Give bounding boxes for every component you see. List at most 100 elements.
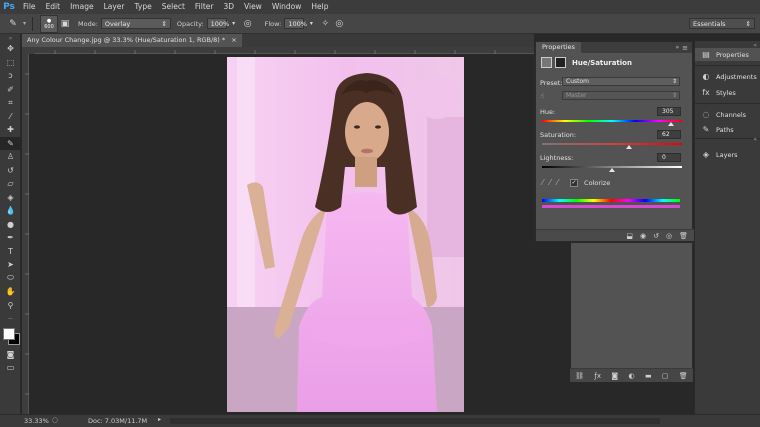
saturation-slider[interactable] (542, 143, 682, 145)
menu-view[interactable]: View (239, 0, 267, 14)
close-icon[interactable]: × (231, 36, 236, 44)
channel-select[interactable]: Master ⇕ (562, 91, 680, 100)
photo-illustration (227, 57, 464, 412)
eyedropper-icon[interactable]: ⁄ (542, 178, 543, 187)
collapse-icon[interactable]: » (0, 34, 21, 42)
panel-menu-icon[interactable]: ≡ (682, 44, 688, 52)
pressure-opacity-icon[interactable]: ◎ (241, 17, 255, 31)
dock-layers[interactable]: ◈ Layers (695, 148, 760, 161)
history-brush-tool-icon[interactable]: ↺ (0, 164, 21, 178)
menu-select[interactable]: Select (157, 0, 190, 14)
dock-paths[interactable]: ✎ Paths (695, 123, 760, 136)
new-layer-icon[interactable]: ▢ (662, 372, 669, 380)
zoom-tool-icon[interactable]: ⚲ (0, 299, 21, 313)
horizontal-scrollbar[interactable] (170, 418, 660, 424)
brush-tool-icon[interactable]: ✎ (0, 136, 21, 150)
type-tool-icon[interactable]: T (0, 245, 21, 259)
edit-toolbar-icon[interactable]: ··· (0, 312, 21, 326)
dodge-tool-icon[interactable]: ● (0, 218, 21, 232)
saturation-slider-thumb[interactable] (625, 145, 632, 149)
hand-tool-icon[interactable]: ✋ (0, 285, 21, 299)
eyedropper-tool-icon[interactable]: ⁄ (0, 110, 21, 124)
move-tool-icon[interactable]: ✥ (0, 42, 21, 56)
dock-channels[interactable]: ◌ Channels (695, 108, 760, 121)
hue-value-field[interactable]: 305 (657, 107, 681, 116)
foreground-color-swatch[interactable] (3, 327, 15, 340)
color-swatches[interactable] (0, 326, 21, 348)
menu-filter[interactable]: Filter (190, 0, 219, 14)
hue-label: Hue: (540, 108, 556, 116)
lightness-slider-thumb[interactable] (609, 168, 615, 172)
quick-select-tool-icon[interactable]: ✐ (0, 83, 21, 97)
adjustment-icon[interactable]: ◐ (629, 372, 635, 380)
flow-field[interactable]: 100% (284, 18, 307, 29)
flow-dropdown-icon[interactable]: ▾ (304, 17, 318, 31)
trash-icon[interactable]: 🗑 (679, 232, 688, 240)
document-tab[interactable]: Any Colour Change.jpg @ 33.3% (Hue/Satur… (22, 34, 242, 47)
hue-slider[interactable] (542, 120, 682, 122)
eyedropper-minus-icon[interactable]: ⁄ (557, 178, 558, 187)
collapse-icon[interactable]: » (675, 44, 679, 51)
mode-select[interactable]: Overlay ⇕ (100, 18, 171, 29)
tab-properties[interactable]: Properties (536, 42, 581, 53)
brush-size-value: 600 (44, 23, 54, 30)
dock-styles[interactable]: fx Styles (695, 86, 760, 99)
clip-to-layer-icon[interactable]: ⬓ (626, 232, 633, 240)
workspace-select[interactable]: Essentials ⇕ (689, 18, 755, 29)
eyedropper-plus-icon[interactable]: ⁄ (549, 178, 550, 187)
status-bar: 33.33% ◌ Doc: 7.03M/11.7M ▸ (0, 414, 760, 427)
targeted-adjustment-icon[interactable]: ☝ (540, 92, 544, 100)
blur-tool-icon[interactable]: 💧 (0, 204, 21, 218)
dock-adjustments[interactable]: ◐ Adjustments (695, 70, 760, 83)
menu-layer[interactable]: Layer (99, 0, 130, 14)
quick-mask-icon[interactable]: ◙ (0, 348, 21, 362)
zoom-level[interactable]: 33.33% (24, 417, 49, 425)
brush-panel-icon[interactable]: ▣ (58, 17, 72, 31)
saturation-value-field[interactable]: 62 (657, 130, 681, 139)
opacity-dropdown-icon[interactable]: ▾ (227, 17, 241, 31)
path-select-tool-icon[interactable]: ➤ (0, 258, 21, 272)
menu-file[interactable]: File (18, 0, 41, 14)
ruler-corner (22, 47, 35, 54)
menu-window[interactable]: Window (267, 0, 307, 14)
screen-mode-icon[interactable]: ▭ (0, 361, 21, 375)
colorize-checkbox[interactable]: ✓ (570, 178, 579, 187)
clone-stamp-tool-icon[interactable]: ♙ (0, 150, 21, 164)
view-previous-icon[interactable]: ◉ (640, 232, 646, 240)
brush-tool-icon[interactable]: ✎ (6, 17, 20, 31)
status-menu-icon[interactable]: ▸ (158, 416, 161, 423)
shape-tool-icon[interactable]: ⬭ (0, 272, 21, 286)
pen-tool-icon[interactable]: ✒ (0, 231, 21, 245)
healing-brush-tool-icon[interactable]: ✚ (0, 123, 21, 137)
eraser-tool-icon[interactable]: ▱ (0, 177, 21, 191)
menu-image[interactable]: Image (65, 0, 99, 14)
paint-bucket-tool-icon[interactable]: ◈ (0, 191, 21, 205)
preset-select[interactable]: Custom ⇕ (562, 77, 680, 86)
pressure-size-icon[interactable]: ◎ (332, 17, 346, 31)
trash-icon[interactable]: 🗑 (679, 372, 688, 380)
menu-edit[interactable]: Edit (41, 0, 66, 14)
menu-type[interactable]: Type (130, 0, 157, 14)
menu-3d[interactable]: 3D (218, 0, 239, 14)
collapse-icon[interactable]: « (753, 136, 757, 143)
lasso-tool-icon[interactable]: ↄ (0, 69, 21, 83)
folder-icon[interactable]: ▬ (645, 372, 652, 380)
dock-properties[interactable]: ▤ Properties (695, 48, 760, 61)
add-mask-icon[interactable]: ◙ (611, 372, 618, 380)
opacity-field[interactable]: 100% (206, 18, 229, 29)
doc-info-icon[interactable]: ◌ (52, 416, 58, 424)
link-icon[interactable]: ⛓ (575, 372, 584, 380)
hue-slider-thumb[interactable] (667, 122, 674, 126)
marquee-tool-icon[interactable]: ⬚ (0, 56, 21, 70)
crop-tool-icon[interactable]: ⌗ (0, 96, 21, 110)
visibility-icon[interactable]: ◎ (666, 232, 672, 240)
chevron-down-icon[interactable]: ▾ (23, 20, 26, 27)
menu-help[interactable]: Help (306, 0, 333, 14)
airbrush-icon[interactable]: ✧ (318, 17, 332, 31)
brush-preset-picker[interactable]: ● 600 (40, 14, 59, 33)
document-canvas-image[interactable] (227, 57, 464, 412)
lightness-value-field[interactable]: 0 (657, 153, 681, 162)
fx-icon[interactable]: ƒx (594, 372, 601, 380)
reset-icon[interactable]: ↺ (653, 232, 659, 240)
mask-icon[interactable] (555, 57, 566, 68)
